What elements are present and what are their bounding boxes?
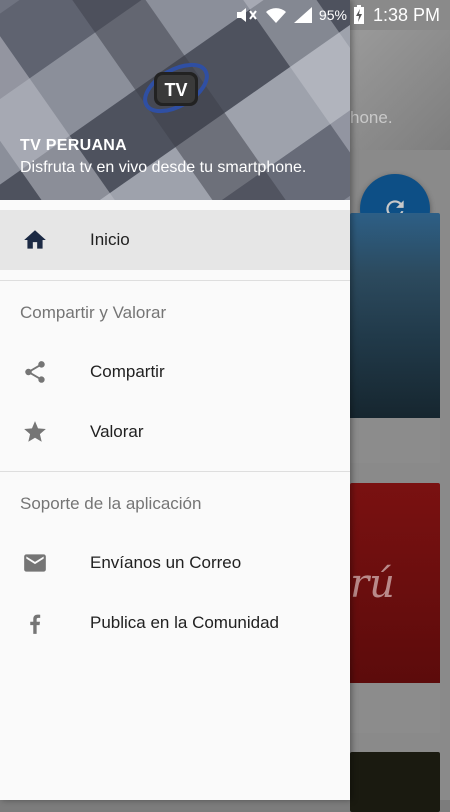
home-icon: [22, 227, 48, 253]
mute-icon: [236, 8, 257, 22]
wifi-icon: [265, 8, 286, 23]
menu-item-label: Envíanos un Correo: [90, 553, 242, 572]
background-header: [350, 30, 450, 150]
share-icon: [22, 359, 48, 385]
navigation-drawer: TV TV PERUANA Disfruta tv en vivo desde …: [0, 0, 350, 800]
menu-item-label: Publica en la Comunidad: [90, 613, 280, 632]
battery-charging-icon: [353, 5, 364, 24]
clock: 1:38 PM: [372, 4, 440, 25]
app-logo: TV: [143, 62, 209, 114]
menu-item-comunidad[interactable]: Publica en la Comunidad: [0, 593, 350, 653]
menu-item-correo[interactable]: Envíanos un Correo: [0, 533, 350, 593]
channel-card[interactable]: [350, 752, 440, 812]
divider: [0, 280, 350, 281]
star-icon: [22, 419, 48, 445]
channel-thumbnail: [350, 752, 440, 812]
channel-logo-text: rú: [350, 561, 395, 607]
menu-item-label: Compartir: [90, 362, 165, 381]
menu-item-label: Inicio: [90, 230, 130, 249]
channel-card[interactable]: rú: [350, 483, 440, 733]
app-subtitle: Disfruta tv en vivo desde tu smartphone.: [20, 159, 307, 176]
channel-card[interactable]: [350, 213, 440, 463]
app-logo-text: TV: [164, 80, 187, 100]
menu-item-valorar[interactable]: Valorar: [0, 402, 350, 462]
menu-item-label: Valorar: [90, 422, 144, 441]
app-title: TV PERUANA: [20, 137, 128, 154]
menu-item-compartir[interactable]: Compartir: [0, 342, 350, 402]
drawer-header: TV TV PERUANA Disfruta tv en vivo desde …: [0, 0, 350, 200]
background-header-text: hone.: [350, 108, 393, 127]
facebook-icon: [22, 610, 48, 636]
menu-item-inicio[interactable]: Inicio: [0, 210, 350, 270]
divider: [0, 471, 350, 472]
section-title-soporte: Soporte de la aplicación: [20, 494, 202, 513]
channel-thumbnail: rú: [350, 483, 440, 683]
mail-icon: [22, 550, 48, 576]
signal-icon: [293, 7, 312, 23]
status-bar: 95% 1:38 PM: [0, 0, 450, 30]
section-title-compartir: Compartir y Valorar: [20, 303, 167, 322]
channel-thumbnail: [350, 213, 440, 418]
battery-percent: 95%: [318, 7, 347, 23]
